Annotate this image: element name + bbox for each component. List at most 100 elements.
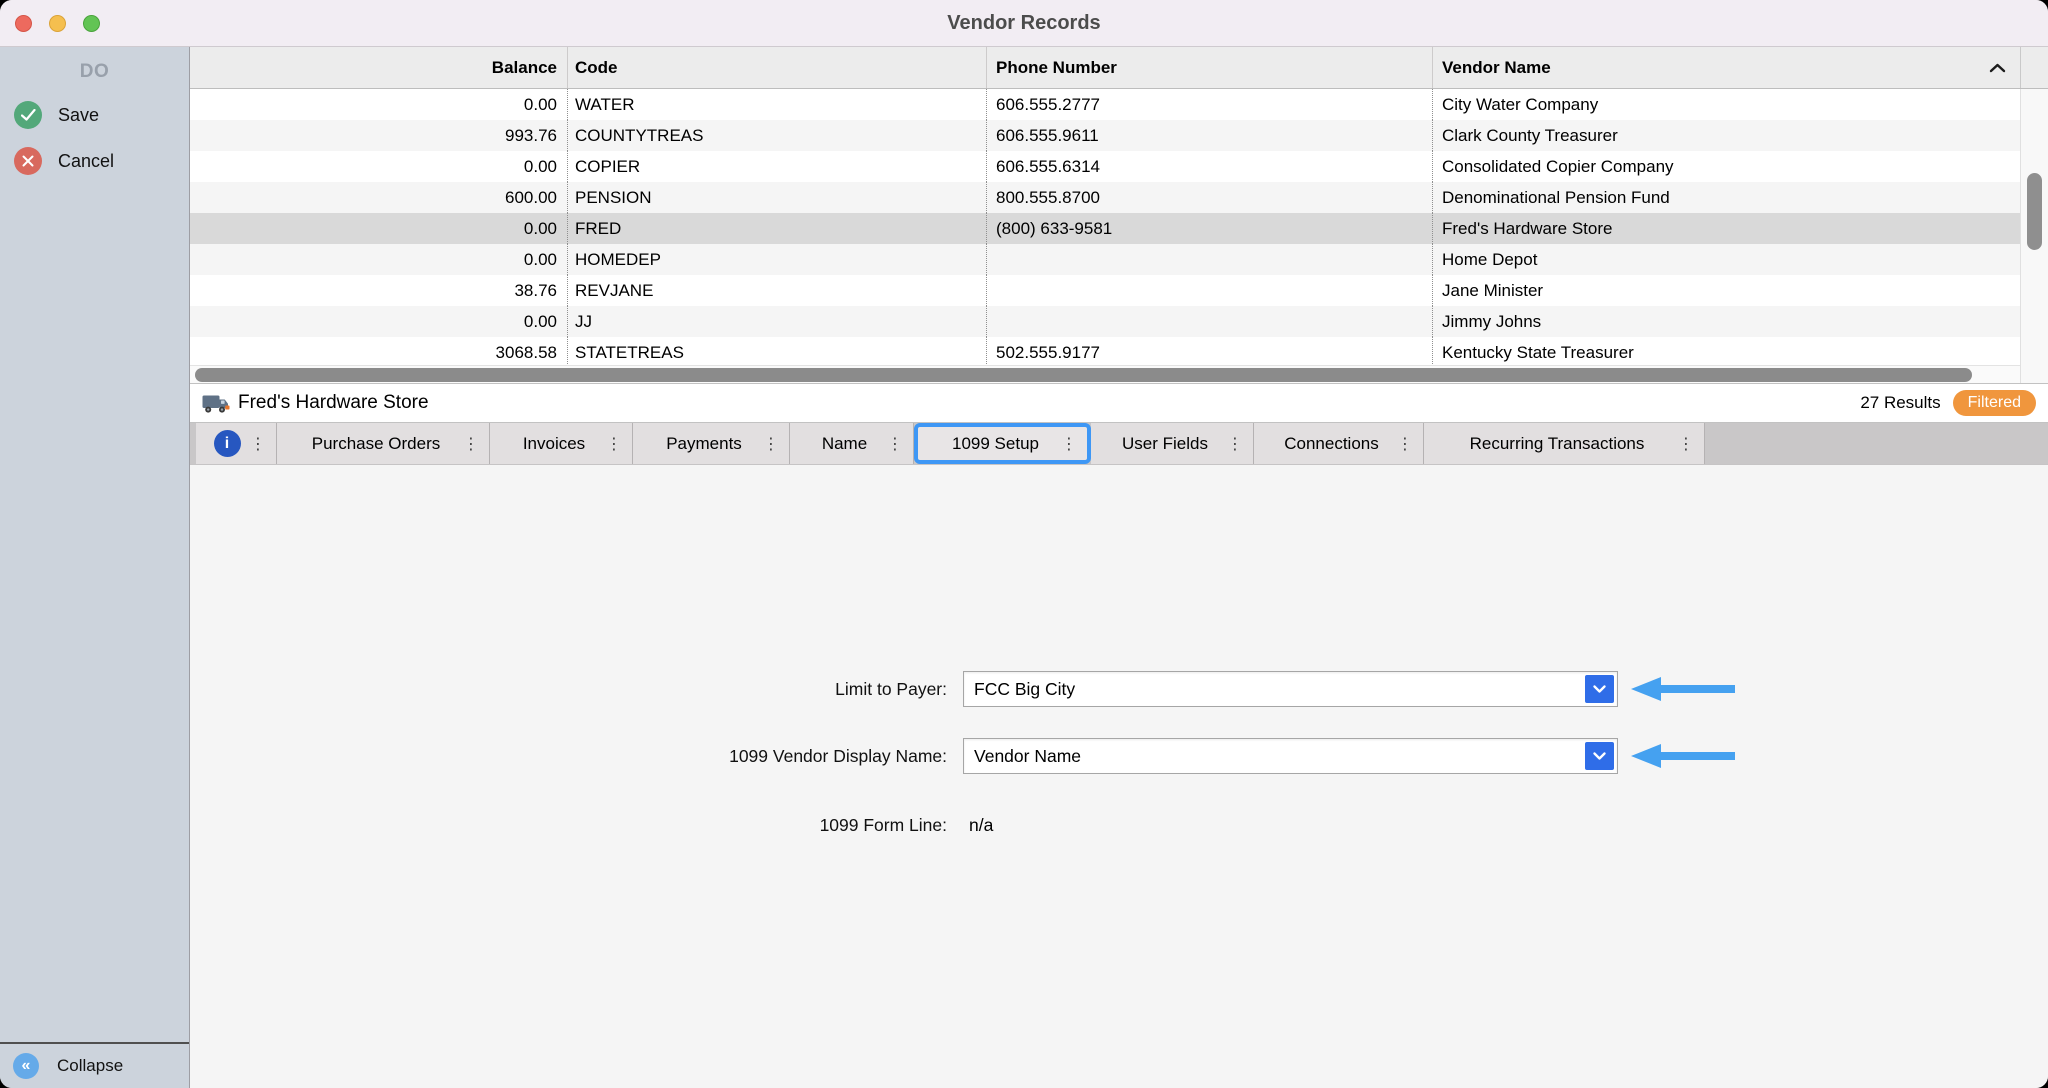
info-icon: i <box>214 430 241 457</box>
column-header-balance[interactable]: Balance <box>190 47 568 88</box>
tab-info[interactable]: i <box>196 423 277 464</box>
table-row[interactable]: 3068.58 STATETREAS 502.555.9177 Kentucky… <box>190 337 2020 365</box>
tab-label: Recurring Transactions <box>1424 434 1704 454</box>
table-row[interactable]: 0.00 WATER 606.555.2777 City Water Compa… <box>190 89 2020 120</box>
cell-code: JJ <box>568 306 987 337</box>
sort-ascending-icon[interactable] <box>1989 63 2006 73</box>
tab-bar-filler <box>1705 423 2048 464</box>
tab-purchase-orders[interactable]: Purchase Orders <box>277 423 490 464</box>
limit-to-payer-value: FCC Big City <box>964 679 1075 700</box>
cell-code: REVJANE <box>568 275 987 306</box>
form-1099-setup: Limit to Payer: FCC Big City 1099 Vendor… <box>190 465 2048 1088</box>
titlebar: Vendor Records <box>0 0 2048 47</box>
column-header-vendor-label: Vendor Name <box>1442 58 1551 78</box>
limit-to-payer-dropdown[interactable]: FCC Big City <box>963 671 1618 707</box>
zoom-button[interactable] <box>83 15 100 32</box>
tab-menu-icon[interactable] <box>463 436 479 452</box>
cell-balance: 0.00 <box>190 213 568 244</box>
tab-menu-icon[interactable] <box>1678 436 1694 452</box>
tab-menu-icon[interactable] <box>250 436 266 452</box>
collapse-label: Collapse <box>57 1056 123 1076</box>
cell-code: COPIER <box>568 151 987 182</box>
vendor-table: Balance Code Phone Number Vendor Name 0.… <box>190 47 2048 383</box>
form-line-label: 1099 Form Line: <box>190 815 947 836</box>
tab-recurring-transactions[interactable]: Recurring Transactions <box>1424 423 1705 464</box>
cell-phone: 606.555.2777 <box>987 89 1433 120</box>
tab-menu-icon[interactable] <box>763 436 779 452</box>
cell-balance: 0.00 <box>190 244 568 275</box>
cell-phone: 800.555.8700 <box>987 182 1433 213</box>
close-button[interactable] <box>15 15 32 32</box>
cell-vendor: Fred's Hardware Store <box>1433 213 2020 244</box>
tab-bar: i Purchase Orders Invoices Payments Name <box>190 423 2048 465</box>
vendor-records-window: Vendor Records DO Save Cancel « Collapse <box>0 0 2048 1088</box>
cell-balance: 0.00 <box>190 306 568 337</box>
sidebar-header: DO <box>0 47 189 83</box>
tab-1099-setup[interactable]: 1099 Setup <box>914 423 1091 464</box>
collapse-chevrons-icon: « <box>13 1053 39 1079</box>
cell-code: COUNTYTREAS <box>568 120 987 151</box>
tab-payments[interactable]: Payments <box>633 423 790 464</box>
dropdown-chevron-button[interactable] <box>1585 675 1614 703</box>
collapse-button[interactable]: « Collapse <box>0 1042 189 1088</box>
results-count: 27 Results <box>1860 393 1940 413</box>
tab-menu-icon[interactable] <box>606 436 622 452</box>
cell-phone: 606.555.9611 <box>987 120 1433 151</box>
table-body: 0.00 WATER 606.555.2777 City Water Compa… <box>190 89 2020 365</box>
cell-balance: 600.00 <box>190 182 568 213</box>
cell-code: HOMEDEP <box>568 244 987 275</box>
table-row[interactable]: 0.00 HOMEDEP Home Depot <box>190 244 2020 275</box>
table-row[interactable]: 38.76 REVJANE Jane Minister <box>190 275 2020 306</box>
annotation-arrow <box>1631 675 1735 703</box>
display-name-dropdown[interactable]: Vendor Name <box>963 738 1618 774</box>
column-header-phone[interactable]: Phone Number <box>987 47 1433 88</box>
cell-vendor: Home Depot <box>1433 244 2020 275</box>
table-row-selected[interactable]: 0.00 FRED (800) 633-9581 Fred's Hardware… <box>190 213 2020 244</box>
cell-vendor: Clark County Treasurer <box>1433 120 2020 151</box>
tab-menu-icon[interactable] <box>1227 436 1243 452</box>
save-button[interactable]: Save <box>0 101 189 129</box>
tab-invoices[interactable]: Invoices <box>490 423 633 464</box>
horizontal-scrollbar[interactable] <box>190 365 2020 383</box>
vertical-scrollbar[interactable] <box>2020 89 2048 383</box>
vertical-scrollbar-thumb[interactable] <box>2027 173 2042 250</box>
record-bar: Fred's Hardware Store 27 Results Filtere… <box>190 383 2048 423</box>
cell-balance: 0.00 <box>190 151 568 182</box>
horizontal-scrollbar-thumb[interactable] <box>195 368 1972 382</box>
cell-code: FRED <box>568 213 987 244</box>
table-header-row: Balance Code Phone Number Vendor Name <box>190 47 2048 89</box>
table-row[interactable]: 993.76 COUNTYTREAS 606.555.9611 Clark Co… <box>190 120 2020 151</box>
tab-name[interactable]: Name <box>790 423 914 464</box>
cancel-label: Cancel <box>58 151 114 172</box>
tab-menu-icon[interactable] <box>1397 436 1413 452</box>
cell-phone: 606.555.6314 <box>987 151 1433 182</box>
cancel-x-icon <box>14 147 42 175</box>
table-row[interactable]: 0.00 JJ Jimmy Johns <box>190 306 2020 337</box>
cell-vendor: Kentucky State Treasurer <box>1433 337 2020 365</box>
display-name-value: Vendor Name <box>964 746 1081 767</box>
filtered-badge[interactable]: Filtered <box>1953 390 2036 416</box>
table-row[interactable]: 0.00 COPIER 606.555.6314 Consolidated Co… <box>190 151 2020 182</box>
table-row[interactable]: 600.00 PENSION 800.555.8700 Denomination… <box>190 182 2020 213</box>
cell-phone <box>987 244 1433 275</box>
cell-vendor: Denominational Pension Fund <box>1433 182 2020 213</box>
tab-menu-icon[interactable] <box>1061 436 1077 452</box>
selected-record-title: Fred's Hardware Store <box>238 392 429 414</box>
cell-balance: 993.76 <box>190 120 568 151</box>
header-scroll-corner <box>2020 47 2048 88</box>
cell-code: WATER <box>568 89 987 120</box>
display-name-label: 1099 Vendor Display Name: <box>190 746 947 767</box>
tab-connections[interactable]: Connections <box>1254 423 1424 464</box>
tab-user-fields[interactable]: User Fields <box>1091 423 1254 464</box>
cancel-button[interactable]: Cancel <box>0 147 189 175</box>
column-header-vendor[interactable]: Vendor Name <box>1433 47 2020 88</box>
tab-menu-icon[interactable] <box>887 436 903 452</box>
column-header-code[interactable]: Code <box>568 47 987 88</box>
cell-balance: 0.00 <box>190 89 568 120</box>
limit-to-payer-label: Limit to Payer: <box>190 679 947 700</box>
cell-phone <box>987 306 1433 337</box>
minimize-button[interactable] <box>49 15 66 32</box>
sidebar: DO Save Cancel « Collapse <box>0 47 190 1088</box>
truck-icon <box>202 393 230 414</box>
dropdown-chevron-button[interactable] <box>1585 742 1614 770</box>
